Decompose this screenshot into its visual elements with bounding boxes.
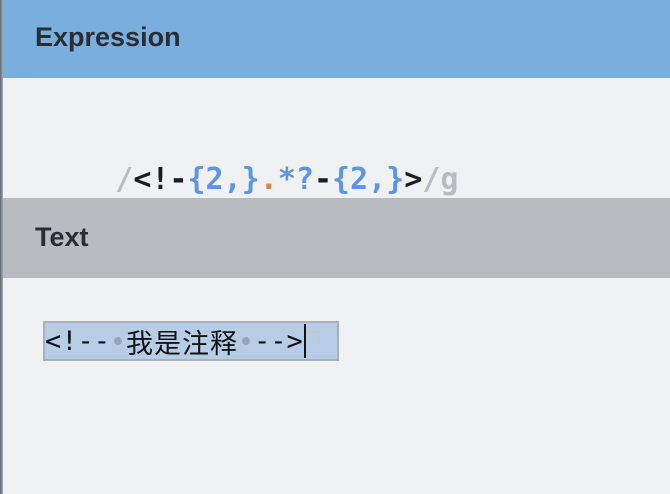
text-comment-close: --> [254, 325, 303, 357]
whitespace-dot-icon [242, 337, 251, 345]
regex-literal-dash: - [313, 162, 332, 197]
text-cursor [303, 324, 306, 358]
regex-literal-start: <!- [133, 162, 188, 197]
text-comment-open: <!-- [45, 325, 111, 357]
regex-close-delimiter: / [422, 162, 441, 197]
regex-literal-end: > [404, 162, 423, 197]
text-title: Text [35, 222, 89, 252]
expression-editor[interactable]: /<!-{2,}.*?-{2,}>/g [3, 78, 670, 198]
text-comment-body: 我是注释 [126, 328, 239, 360]
regex-lazy-star: *? [277, 162, 314, 197]
expression-header: Expression [3, 0, 670, 78]
regex-quantifier-2: {2,} [332, 162, 405, 197]
regex-flags[interactable]: g [440, 162, 458, 197]
regex-dot-token: . [259, 162, 278, 197]
whitespace-dot-icon [114, 337, 123, 345]
regex-quantifier-1: {2,} [187, 162, 260, 197]
expression-title: Expression [35, 22, 181, 52]
test-text-input[interactable]: <!-- 我是注释 --> [45, 323, 320, 360]
text-editor[interactable]: <!-- 我是注释 --> [3, 278, 670, 494]
end-of-line-icon [307, 331, 320, 343]
text-header: Text [3, 198, 670, 278]
regex-open-delimiter: / [115, 162, 134, 197]
